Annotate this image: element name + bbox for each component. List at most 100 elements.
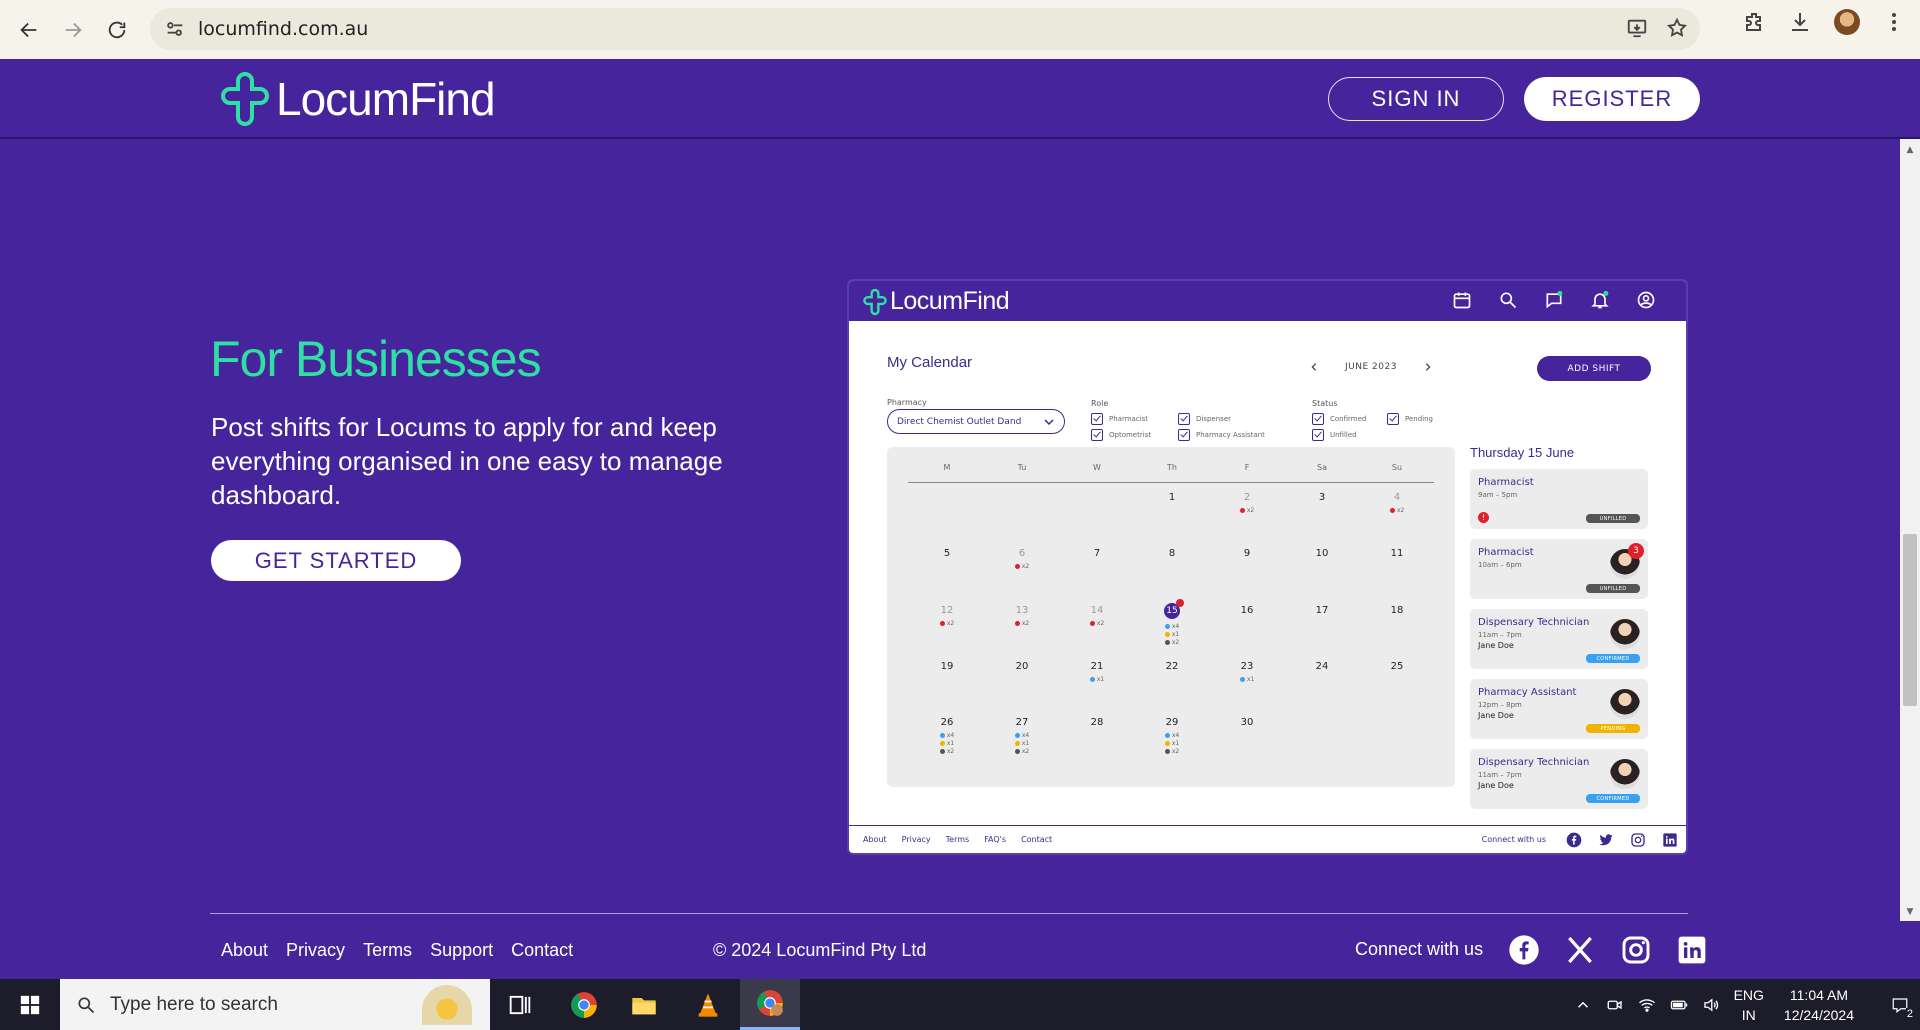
calendar-day: 3	[1318, 492, 1326, 503]
taskbar-vlc[interactable]	[678, 979, 738, 1030]
x-icon[interactable]	[1564, 934, 1596, 966]
facebook-icon[interactable]	[1508, 934, 1540, 966]
reload-button[interactable]	[97, 10, 137, 50]
clock[interactable]: 11:04 AM 12/24/2024	[1784, 985, 1854, 1025]
instagram-icon[interactable]	[1620, 934, 1652, 966]
status-badge: PENDING	[1586, 724, 1640, 733]
register-button[interactable]: REGISTER	[1524, 77, 1700, 121]
scroll-up-icon[interactable]: ▲	[1905, 145, 1915, 155]
shift-card: Pharmacy Assistant 12pm – 8pm Jane Doe P…	[1470, 679, 1648, 739]
taskbar-file-explorer[interactable]	[614, 979, 674, 1030]
site-footer: About Privacy Terms Support Contact © 20…	[0, 921, 1920, 979]
notification-center-button[interactable]: 2	[1880, 979, 1920, 1030]
dashboard-preview: LocumFind My Calendar JUNE 2023 ADD SHIF…	[847, 279, 1688, 855]
role-checkbox: Optometrist	[1091, 429, 1151, 441]
footer-link-support[interactable]: Support	[430, 940, 493, 961]
battery-icon[interactable]	[1670, 996, 1688, 1014]
applicant-count-badge: 3	[1628, 543, 1644, 559]
weekday-label: F	[1244, 463, 1250, 472]
logo[interactable]: LocumFind	[220, 71, 496, 127]
dash-footer-link: Privacy	[901, 835, 931, 844]
shift-card: Pharmacist 9am – 5pm ! UNFILLED	[1470, 469, 1648, 529]
role-checkbox: Dispenser	[1178, 413, 1231, 425]
calendar-day: 7	[1093, 548, 1101, 559]
dash-footer-link: About	[863, 835, 887, 844]
footer-link-terms[interactable]: Terms	[363, 940, 412, 961]
calendar-day: 19	[940, 661, 954, 672]
task-view-button[interactable]	[490, 979, 550, 1030]
shift-time: 9am – 5pm	[1478, 491, 1518, 499]
site-settings-icon[interactable]	[164, 18, 186, 40]
shift-time: 11am – 7pm	[1478, 771, 1522, 779]
logo-cross-icon	[863, 288, 887, 315]
hero-title: For Businesses	[210, 331, 542, 387]
more-menu-icon[interactable]	[1882, 10, 1906, 34]
calendar-day: 6 x2	[1002, 548, 1042, 570]
scrollbar-thumb[interactable]	[1903, 534, 1917, 706]
shift-card: Pharmacist 10am – 6pm 3 UNFILLED	[1470, 539, 1648, 599]
month-label: JUNE 2023	[1345, 362, 1397, 372]
dashboard-logo-text: LocumFind	[890, 287, 1010, 315]
language-indicator[interactable]: ENG IN	[1734, 985, 1764, 1025]
weekday-label: Su	[1391, 463, 1403, 472]
region-code: IN	[1741, 1006, 1756, 1023]
page-scrollbar[interactable]: ▲ ▼	[1900, 139, 1920, 921]
shift-card: Dispensary Technician 11am – 7pm Jane Do…	[1470, 749, 1648, 809]
calendar-day: 5	[943, 548, 951, 559]
search-icon	[1500, 292, 1517, 309]
forward-button[interactable]	[53, 10, 93, 50]
calendar-day: 9	[1243, 548, 1251, 559]
shift-time: 11am – 7pm	[1478, 631, 1522, 639]
windows-taskbar: Type here to search ENG IN 11:04 AM 12/2…	[0, 979, 1920, 1030]
profile-avatar[interactable]	[1834, 9, 1860, 35]
sign-in-button[interactable]: SIGN IN	[1328, 77, 1504, 121]
download-icon[interactable]	[1788, 10, 1812, 34]
notification-count: 2	[1905, 1008, 1914, 1020]
role-checkbox: Pharmacist	[1091, 413, 1148, 425]
bookmark-star-icon[interactable]	[1666, 17, 1688, 39]
folder-icon	[632, 997, 656, 1014]
install-app-icon[interactable]	[1626, 17, 1648, 39]
copyright: © 2024 LocumFind Pty Ltd	[713, 940, 927, 960]
taskbar-chrome[interactable]	[554, 979, 614, 1030]
start-button[interactable]	[0, 979, 60, 1030]
weekday-label: W	[1093, 463, 1101, 472]
chevron-down-icon	[1044, 419, 1054, 426]
extensions-icon[interactable]	[1742, 10, 1766, 34]
linkedin-icon	[1663, 833, 1677, 847]
calendar-day: 17	[1315, 605, 1329, 616]
calendar-day: 25	[1390, 661, 1404, 672]
footer-link-about[interactable]: About	[221, 940, 268, 961]
linkedin-icon[interactable]	[1676, 934, 1708, 966]
calendar-grid: M Tu W Th F Sa Su 1 2 x2 3 4 x2 5 6 x2 7 8 …	[887, 447, 1455, 787]
scroll-down-icon[interactable]: ▼	[1905, 907, 1915, 917]
back-button[interactable]	[9, 10, 49, 50]
meet-now-icon[interactable]	[1606, 996, 1624, 1014]
wifi-icon[interactable]	[1638, 996, 1656, 1014]
pharmacy-select: Direct Chemist Outlet Dand	[887, 409, 1065, 434]
weekday-label: Tu	[1017, 463, 1027, 472]
pharmacy-label: Pharmacy	[887, 398, 927, 407]
logo-cross-icon	[221, 72, 269, 126]
add-shift-button: ADD SHIFT	[1537, 356, 1651, 381]
get-started-button[interactable]: GET STARTED	[211, 540, 461, 581]
footer-link-contact[interactable]: Contact	[511, 940, 573, 961]
taskbar-chrome-active[interactable]	[740, 979, 800, 1030]
arrow-right-icon	[65, 22, 82, 37]
volume-icon[interactable]	[1702, 996, 1720, 1014]
footer-link-privacy[interactable]: Privacy	[286, 940, 345, 961]
taskbar-search[interactable]: Type here to search	[60, 979, 490, 1030]
selected-day-title: Thursday 15 June	[1470, 445, 1575, 460]
calendar-day: 20	[1015, 661, 1029, 672]
calendar-day: 23 x1	[1239, 661, 1255, 683]
chevron-up-icon[interactable]	[1574, 996, 1592, 1014]
shift-person: Jane Doe	[1478, 641, 1514, 650]
search-placeholder: Type here to search	[110, 993, 278, 1015]
dash-footer-link: Contact	[1021, 835, 1053, 844]
calendar-day: 18	[1390, 605, 1404, 616]
arrow-left-icon	[20, 22, 37, 37]
shift-person: Jane Doe	[1478, 781, 1514, 790]
shift-role: Dispensary Technician	[1478, 757, 1590, 768]
address-bar[interactable]: locumfind.com.au	[150, 8, 1700, 50]
status-checkbox: Confirmed	[1312, 413, 1366, 425]
